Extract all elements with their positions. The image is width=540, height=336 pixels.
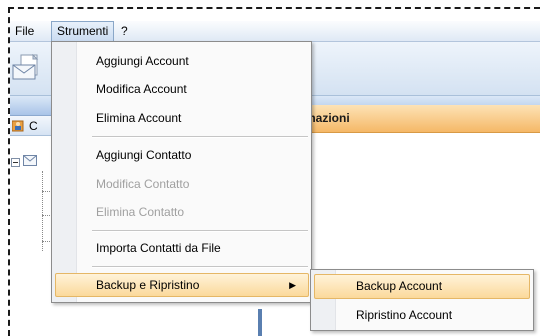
selection-frame (8, 7, 10, 336)
selection-frame (8, 7, 540, 9)
menu-item-aggiungi-account[interactable]: Aggiungi Account (55, 49, 309, 73)
menu-item-label: Backup e Ripristino (96, 278, 200, 292)
menu-item-modifica-contatto: Modifica Contatto (96, 177, 190, 191)
backup-submenu: Backup Account Ripristino Account (310, 269, 534, 331)
left-panel-title: C (29, 119, 38, 133)
envelope-icon[interactable] (23, 155, 37, 166)
tree-collapse-toggle[interactable] (11, 158, 20, 167)
menu-strumenti[interactable]: Strumenti (51, 21, 115, 42)
tree-connector (42, 241, 50, 242)
menu-item-elimina-contatto: Elimina Contatto (96, 205, 185, 219)
envelope-icon[interactable] (12, 54, 42, 80)
tree-connector (42, 171, 43, 251)
tree-connector (42, 215, 50, 216)
menu-item-importa-contatti[interactable]: Importa Contatti da File (55, 236, 309, 260)
contacts-icon (12, 120, 24, 132)
menu-item-aggiungi-contatto[interactable]: Aggiungi Contatto (55, 143, 309, 167)
menu-item-backup-account[interactable]: Backup Account (314, 274, 530, 299)
menu-item-backup-ripristino[interactable]: Backup e Ripristino ▶ (55, 273, 309, 297)
menu-file[interactable]: File (10, 21, 39, 42)
menu-separator (92, 266, 308, 268)
menu-item-modifica-account[interactable]: Modifica Account (55, 77, 309, 101)
panel-splitter[interactable] (258, 309, 262, 336)
menu-help[interactable]: ? (116, 21, 133, 42)
tree-connector (42, 191, 50, 192)
menu-item-elimina-account[interactable]: Elimina Account (55, 106, 309, 130)
menubar: File Strumenti ? (10, 21, 540, 42)
menu-separator (92, 230, 308, 232)
menu-separator (92, 136, 308, 138)
triangle-right-icon: ▶ (289, 280, 296, 290)
strumenti-menu: Aggiungi Account Modifica Account Elimin… (51, 41, 312, 303)
menu-item-ripristino-account[interactable]: Ripristino Account (314, 303, 530, 328)
